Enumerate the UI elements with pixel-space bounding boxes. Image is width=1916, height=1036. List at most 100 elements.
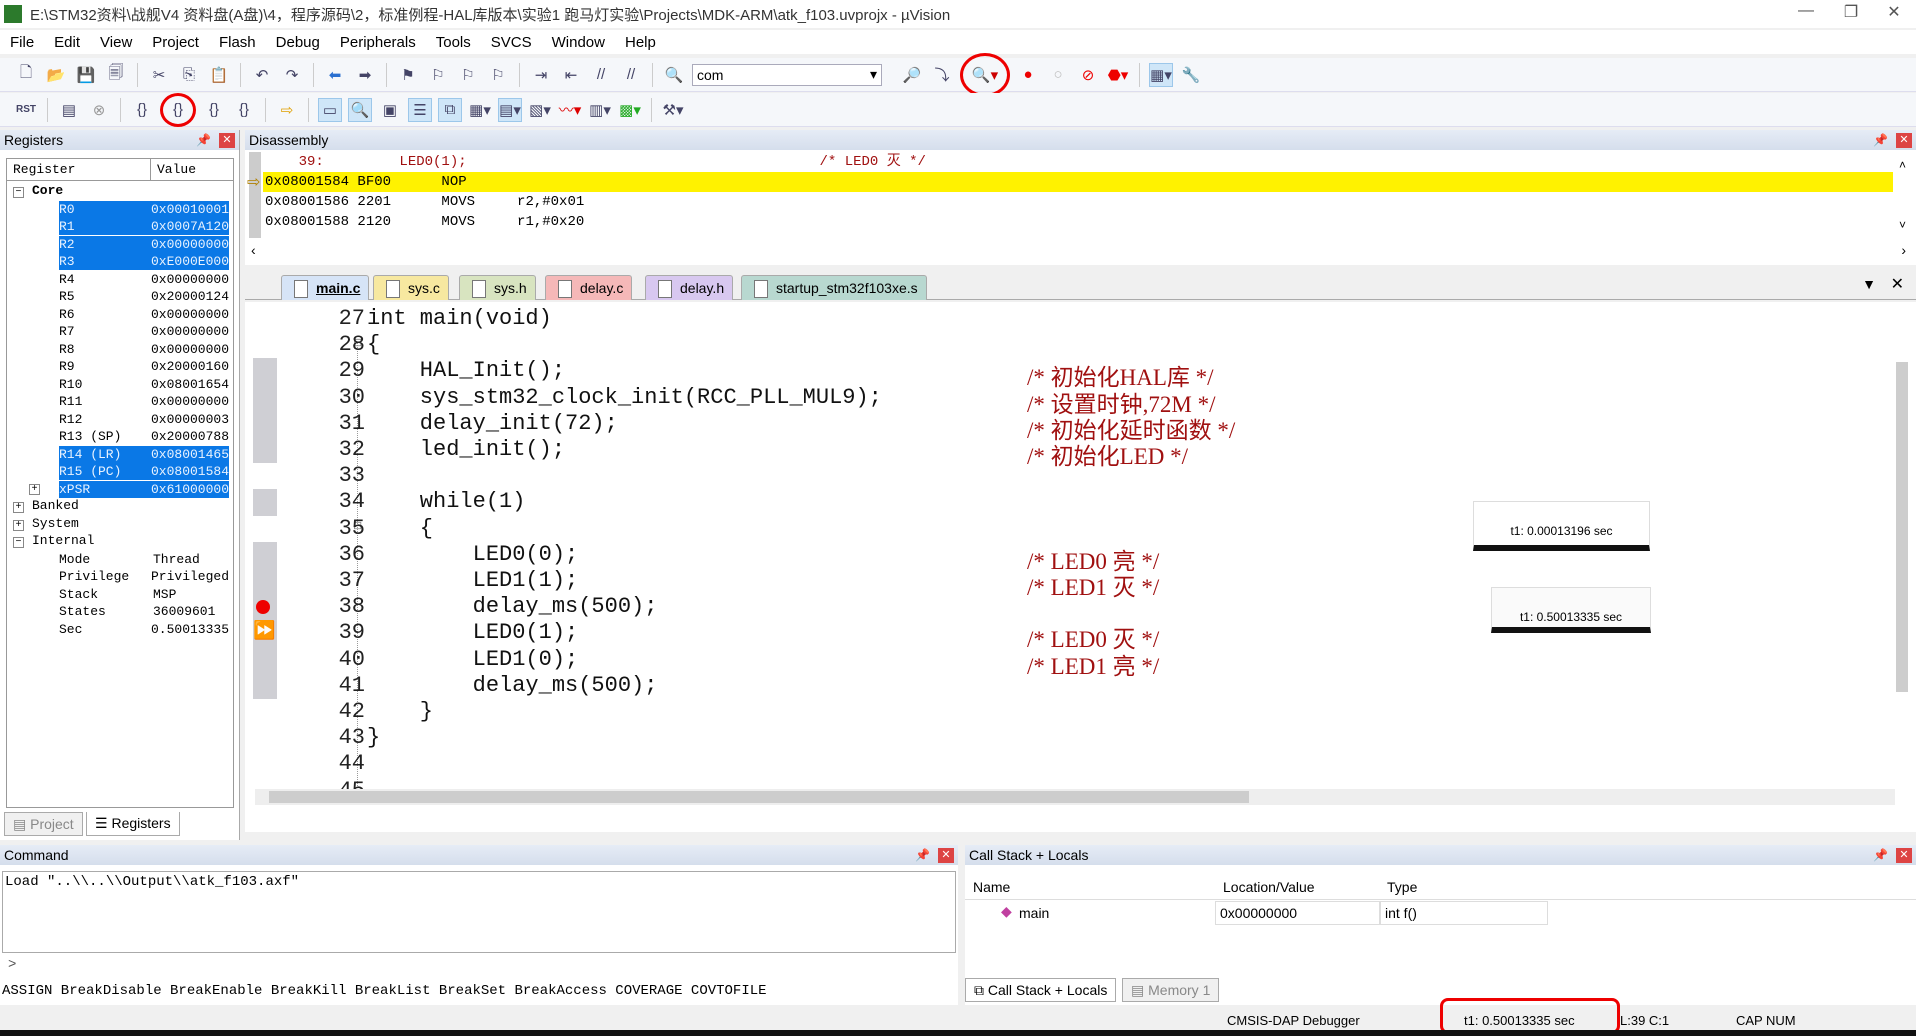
restore-button[interactable]: ❐ xyxy=(1831,2,1871,26)
stop-icon[interactable]: ⊗ xyxy=(87,98,111,122)
close-icon[interactable]: ✕ xyxy=(938,847,954,863)
code-line[interactable]: while(1) xyxy=(367,489,526,514)
find-combo[interactable]: com xyxy=(692,63,882,86)
unindent-icon[interactable]: ⇤ xyxy=(559,63,583,87)
tab-startup-stm32f103xe-s[interactable]: startup_stm32f103xe.s xyxy=(741,275,927,300)
register-group[interactable]: − Internal xyxy=(13,533,94,548)
watch-window-icon[interactable]: ▦▾ xyxy=(468,98,492,122)
window-layout-icon[interactable]: ▦▾ xyxy=(1149,62,1173,87)
minimize-button[interactable]: — xyxy=(1786,2,1826,26)
register-group[interactable]: + Banked xyxy=(13,498,79,513)
command-prompt[interactable]: > xyxy=(8,957,16,973)
disassembly-current-row[interactable]: 0x08001584 BF00 NOP xyxy=(263,172,1893,192)
debug-session-icon[interactable]: 🔍▾ xyxy=(960,52,1010,97)
disable-breakpoints-icon[interactable]: ⊘ xyxy=(1076,63,1100,87)
code-editor[interactable]: ⊟ ⊟ 27 int main(void) 28{29 HAL_Init();/* … xyxy=(245,302,1916,832)
tab-delay-c[interactable]: delay.c xyxy=(545,275,633,300)
menu-svcs[interactable]: SVCS xyxy=(481,34,542,51)
close-window-button[interactable]: ✕ xyxy=(1874,2,1914,26)
menu-help[interactable]: Help xyxy=(615,34,666,51)
command-window-icon[interactable]: ▭ xyxy=(318,97,342,122)
scroll-left-icon[interactable]: ‹ xyxy=(251,242,256,258)
tab-list-icon[interactable]: ▼ xyxy=(1862,276,1876,292)
callstack-name[interactable]: main xyxy=(1019,905,1049,921)
register-row[interactable]: R3 0xE000E000 xyxy=(59,253,229,270)
tab-delay-h[interactable]: delay.h xyxy=(645,275,734,300)
tab-memory-1[interactable]: ▤ Memory 1 xyxy=(1122,978,1220,1002)
new-file-icon[interactable]: 🗋 xyxy=(14,63,38,87)
register-group[interactable]: + System xyxy=(13,516,79,531)
nav-forward-icon[interactable]: ➡ xyxy=(353,63,377,87)
kill-breakpoints-icon[interactable]: ⬣▾ xyxy=(1106,63,1130,87)
menu-peripherals[interactable]: Peripherals xyxy=(330,34,426,51)
run-icon[interactable]: ▤ xyxy=(57,98,81,122)
tab-sys-c[interactable]: sys.c xyxy=(373,275,449,300)
register-row[interactable]: R14 (LR) 0x08001465 xyxy=(59,445,229,463)
copy-icon[interactable]: ⎘ xyxy=(177,63,201,87)
code-line[interactable]: { xyxy=(367,516,433,541)
register-row[interactable]: Stack MSP xyxy=(59,586,229,603)
register-row[interactable]: R2 0x00000000 xyxy=(59,235,229,253)
disassembly-window-icon[interactable]: 🔍 xyxy=(348,97,372,122)
close-icon[interactable]: ✕ xyxy=(1896,132,1912,148)
collapse-icon[interactable]: − xyxy=(13,187,24,198)
menu-debug[interactable]: Debug xyxy=(266,34,330,51)
registers-window-icon[interactable]: ☰ xyxy=(408,97,432,122)
step-into-icon[interactable]: {} xyxy=(130,98,154,122)
close-icon[interactable]: ✕ xyxy=(219,132,235,148)
menu-edit[interactable]: Edit xyxy=(44,34,90,51)
disassembly-row[interactable]: 0x08001588 2120 MOVS r1,#0x20 xyxy=(265,212,1895,232)
toolbox-icon[interactable]: ⚒▾ xyxy=(661,98,685,122)
pin-icon[interactable]: 📌 xyxy=(1873,133,1888,147)
serial-window-icon[interactable]: ▧▾ xyxy=(528,98,552,122)
system-viewer-icon[interactable]: ▩▾ xyxy=(618,98,642,122)
register-row[interactable]: States 36009601 xyxy=(59,603,229,620)
save-all-icon[interactable]: 🗐 xyxy=(104,63,128,87)
menu-flash[interactable]: Flash xyxy=(209,34,266,51)
paste-icon[interactable]: 📋 xyxy=(207,63,231,87)
tab-project[interactable]: ▤ Project xyxy=(4,812,83,836)
register-row[interactable]: Sec 0.50013335 xyxy=(59,621,229,638)
incremental-find-icon[interactable]: ⤵ xyxy=(930,63,954,87)
expand-icon[interactable]: + xyxy=(13,519,24,531)
analysis-window-icon[interactable]: 〰▾ xyxy=(558,98,582,122)
code-line[interactable]: delay_init(72); xyxy=(367,411,618,436)
call-stack-window-icon[interactable]: ⧉ xyxy=(438,97,462,122)
expand-icon[interactable]: + xyxy=(13,502,24,513)
code-line[interactable]: LED0(0); xyxy=(367,542,579,567)
code-line[interactable]: } xyxy=(367,699,433,724)
next-bookmark-icon[interactable]: ⚐ xyxy=(456,63,480,87)
register-row[interactable]: Mode Thread xyxy=(59,551,229,568)
code-line[interactable]: sys_stm32_clock_init(RCC_PLL_MUL9); xyxy=(367,385,882,410)
register-row[interactable]: R1 0x0007A120 xyxy=(59,218,229,235)
insert-breakpoint-icon[interactable]: ● xyxy=(1016,63,1040,87)
register-row[interactable]: R9 0x20000160 xyxy=(59,358,229,375)
menu-file[interactable]: File xyxy=(0,34,44,51)
register-row[interactable]: R12 0x00000003 xyxy=(59,411,229,428)
register-row[interactable]: R11 0x00000000 xyxy=(59,393,229,410)
pin-icon[interactable]: 📌 xyxy=(915,848,930,862)
register-row[interactable]: R8 0x00000000 xyxy=(59,341,229,358)
vertical-scrollbar[interactable] xyxy=(1896,362,1908,692)
register-row[interactable]: R13 (SP) 0x20000788 xyxy=(59,428,229,445)
open-icon[interactable]: 📂 xyxy=(44,63,68,87)
code-line[interactable]: } xyxy=(367,725,380,750)
tab-main-c[interactable]: main.c xyxy=(281,275,370,300)
enable-breakpoint-icon[interactable]: ○ xyxy=(1046,63,1070,87)
register-row[interactable]: Privilege Privileged xyxy=(59,568,229,585)
memory-window-icon[interactable]: ▤▾ xyxy=(498,97,522,122)
register-row[interactable]: R10 0x08001654 xyxy=(59,376,229,393)
code-line[interactable]: int main(void) xyxy=(367,306,552,331)
step-over-icon[interactable]: {} xyxy=(160,92,196,127)
code-line[interactable]: delay_ms(500); xyxy=(367,673,658,698)
pin-icon[interactable]: 📌 xyxy=(196,133,211,147)
menu-project[interactable]: Project xyxy=(142,34,209,51)
register-row[interactable]: xPSR 0x61000000 xyxy=(59,480,229,498)
menu-tools[interactable]: Tools xyxy=(426,34,481,51)
nav-back-icon[interactable]: ⬅ xyxy=(323,63,347,87)
redo-icon[interactable]: ↷ xyxy=(280,63,304,87)
pin-icon[interactable]: 📌 xyxy=(1873,848,1888,862)
register-row[interactable]: R6 0x00000000 xyxy=(59,306,229,323)
tab-sys-h[interactable]: sys.h xyxy=(459,275,536,300)
register-row[interactable]: R5 0x20000124 xyxy=(59,288,229,305)
